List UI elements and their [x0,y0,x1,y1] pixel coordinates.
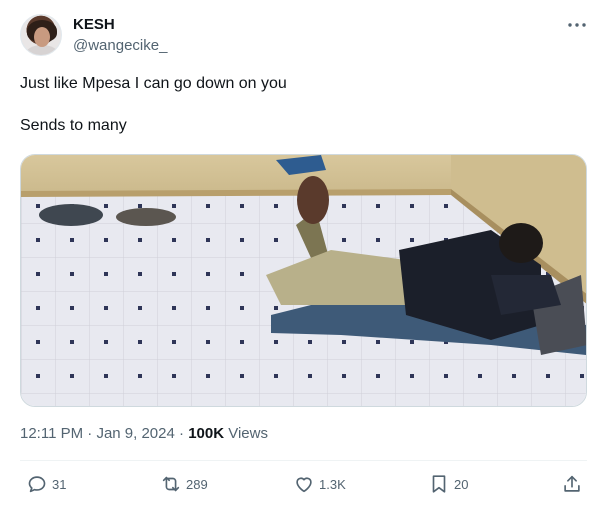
display-name[interactable]: KESH [73,16,115,33]
tweet-time[interactable]: 12:11 PM [20,425,83,442]
meta-separator: · [83,425,97,442]
meta-separator: · [174,425,189,442]
reply-count: 31 [52,476,67,492]
tweet-card: KESH @wangecike_ Just like Mpesa I can g… [0,0,607,510]
retweet-icon [162,476,180,492]
tweet-photo[interactable] [20,154,587,407]
avatar[interactable] [20,14,62,56]
bookmark-button[interactable]: 20 [428,472,468,496]
retweet-button[interactable]: 289 [160,472,208,496]
tweet-line-1: Just like Mpesa I can go down on you [20,75,287,92]
more-horizontal-icon[interactable] [566,18,588,32]
reply-icon [28,476,46,493]
share-icon [564,475,580,492]
bookmark-count: 20 [454,476,469,492]
share-button[interactable] [561,472,583,496]
tweet-text: Just like Mpesa I can go down on you Sen… [20,73,580,136]
like-button[interactable]: 1.3K [293,472,346,496]
retweet-count: 289 [186,476,208,492]
like-count: 1.3K [319,476,346,492]
photo-person-on-tiled-floor [21,155,586,406]
views-label: Views [224,425,268,442]
divider [20,460,587,461]
bookmark-icon [432,475,446,493]
user-handle[interactable]: @wangecike_ [73,37,167,54]
tweet-line-2: Sends to many [20,117,127,134]
tweet-date[interactable]: Jan 9, 2024 [96,425,174,442]
reply-button[interactable]: 31 [26,472,66,496]
views-count[interactable]: 100K [188,425,224,442]
heart-icon [296,477,312,493]
tweet-meta: 12:11 PM · Jan 9, 2024 · 100K Views [20,425,268,442]
